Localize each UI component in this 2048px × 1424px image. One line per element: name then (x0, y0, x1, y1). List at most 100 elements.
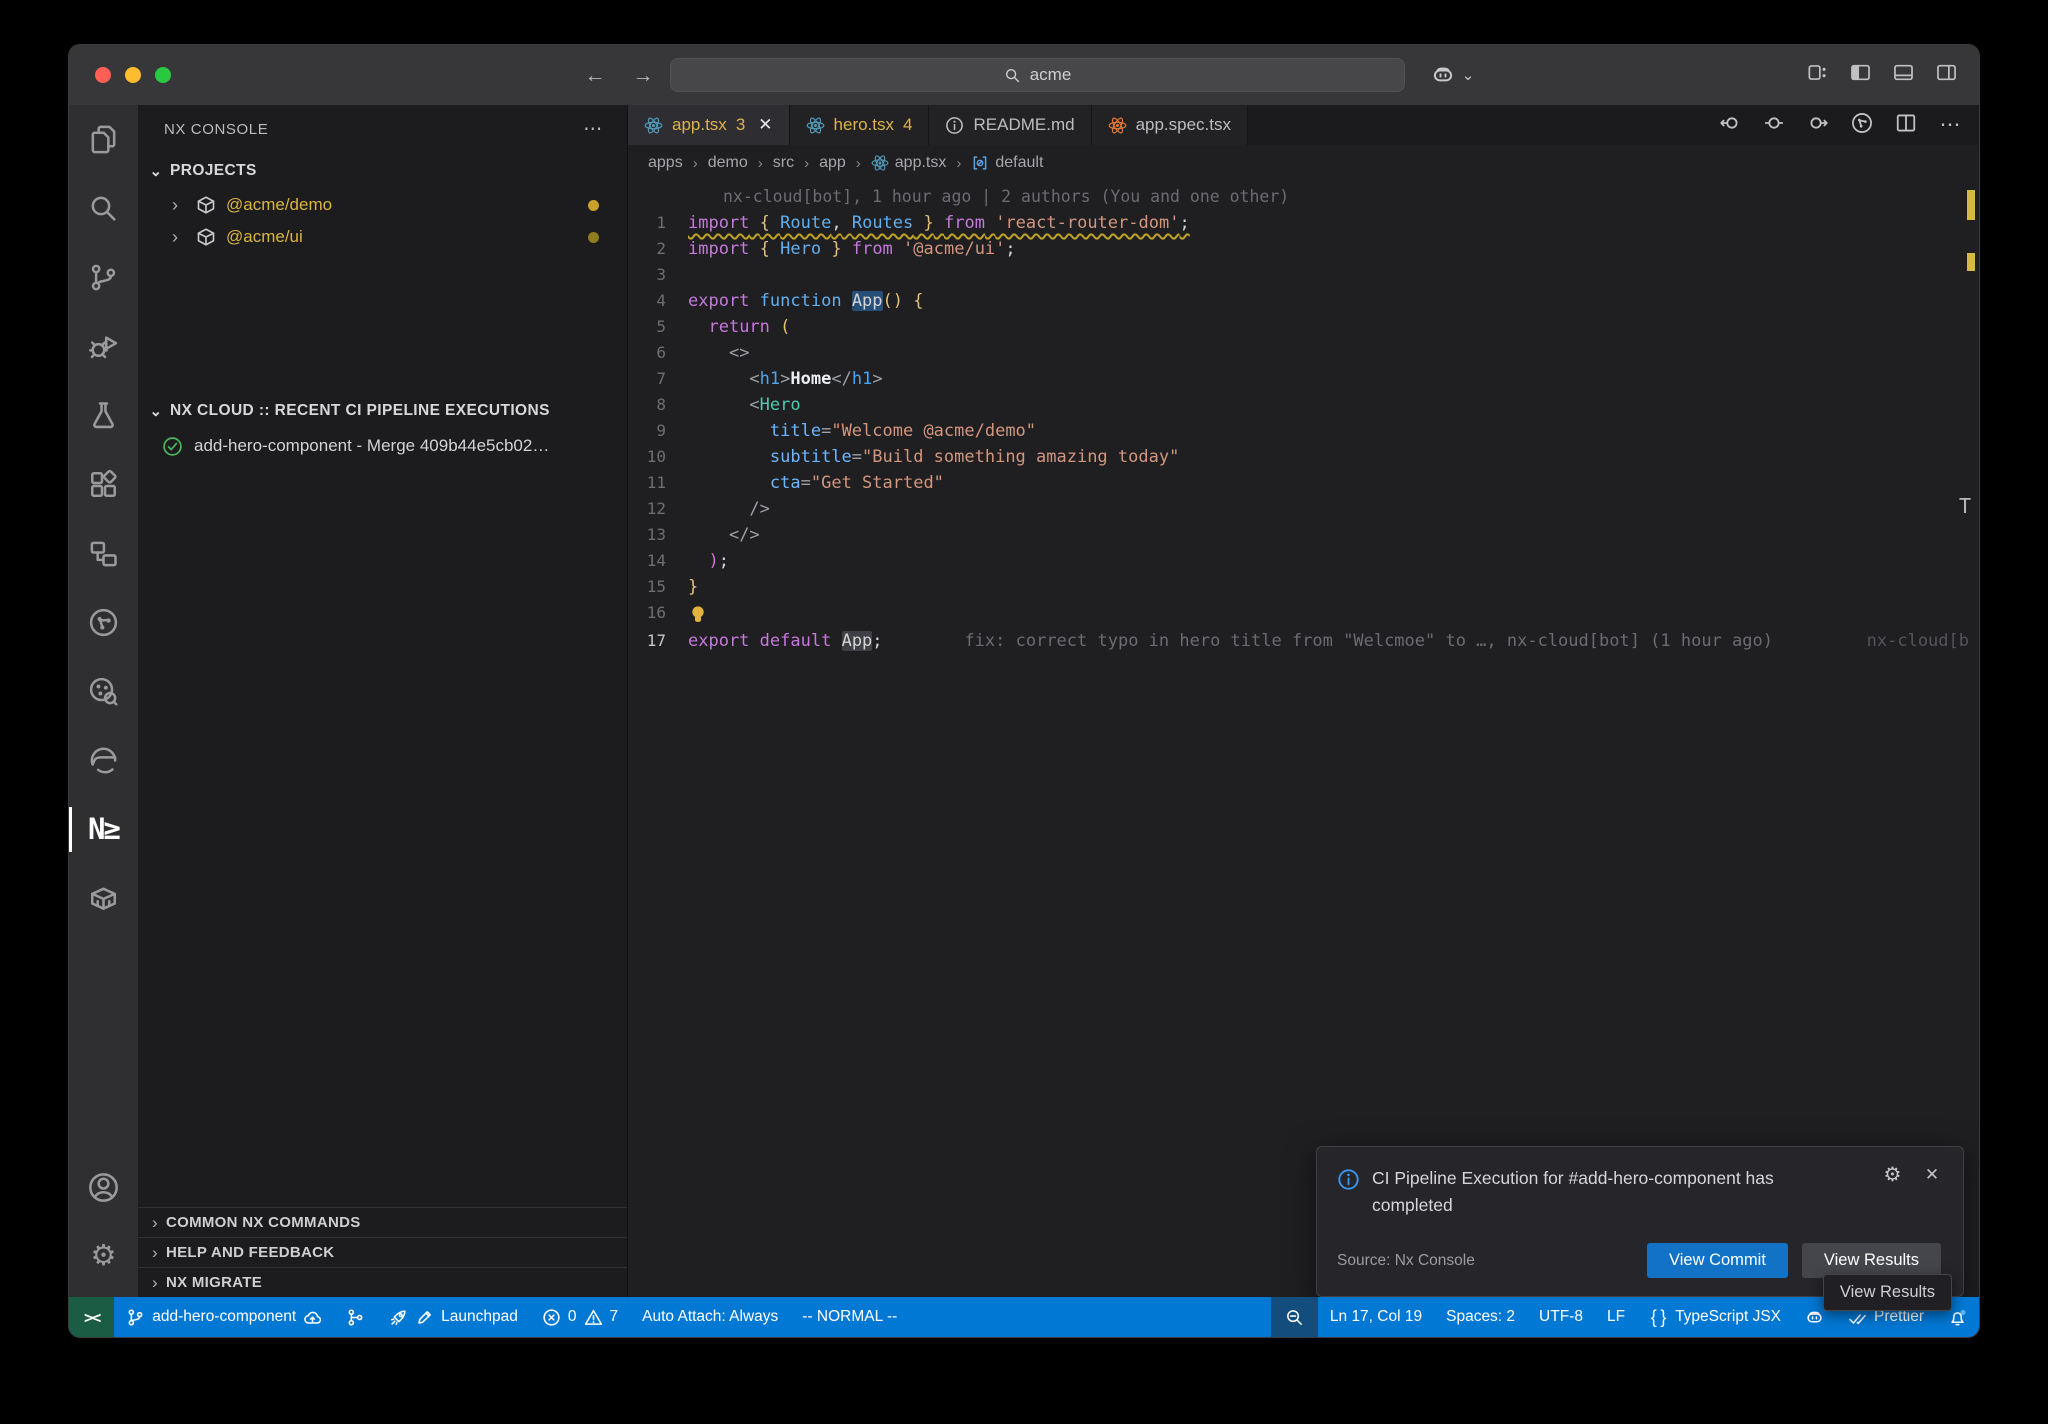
status-zoom-indicator[interactable] (1271, 1297, 1318, 1337)
activity-item-extensions[interactable] (69, 450, 138, 519)
activity-item-run-and-debug[interactable] (69, 312, 138, 381)
activity-item-project-references[interactable] (69, 519, 138, 588)
minimize-window-button[interactable] (125, 67, 141, 83)
sidebar-nx-console: NX CONSOLE ⋯ ⌄ PROJECTS ›@acme/demo›@acm… (138, 105, 628, 1297)
activity-item-accounts[interactable] (69, 1153, 138, 1222)
line-content: title="Welcome @acme/demo" (688, 418, 1036, 444)
circle-outline-button[interactable] (1763, 112, 1785, 139)
more-actions-button[interactable]: ⋯ (1939, 114, 1961, 136)
chevron-down-icon: ⌄ (148, 164, 164, 179)
nx-cloud-section-header[interactable]: ⌄ NX CLOUD :: RECENT CI PIPELINE EXECUTI… (138, 393, 627, 429)
breadcrumb-item-app.tsx[interactable]: app.tsx (871, 154, 947, 172)
activity-item-search[interactable] (69, 174, 138, 243)
sidebar-section-nx-migrate[interactable]: ›NX MIGRATE (138, 1267, 627, 1297)
gear-icon[interactable]: ⚙ (1882, 1165, 1903, 1185)
status-vim-mode[interactable]: -- NORMAL -- (790, 1297, 909, 1337)
activity-item-testing[interactable] (69, 381, 138, 450)
project-modified-dot (588, 200, 599, 211)
status-language-mode[interactable]: { }TypeScript JSX (1637, 1297, 1793, 1337)
line-content: ); (688, 548, 729, 574)
code-line-3: 3 (628, 262, 1979, 288)
code-line-10: 10 subtitle="Build something amazing tod… (628, 444, 1979, 470)
close-icon: ✕ (1923, 1166, 1941, 1183)
nx-logo-icon: N≥ (88, 815, 119, 844)
toggle-sidebar-button[interactable] (1850, 62, 1871, 88)
close-tab-icon[interactable]: ✕ (754, 115, 772, 135)
status-auto-attach[interactable]: Auto Attach: Always (630, 1297, 790, 1337)
graph-circle-icon (88, 607, 119, 638)
activity-bar: N≥ ⚙ (69, 105, 138, 1297)
more-actions-icon[interactable]: ⋯ (583, 120, 603, 139)
close-icon[interactable]: ✕ (1923, 1166, 1941, 1183)
tab-label: README.md (973, 115, 1074, 135)
activity-item-containers[interactable] (69, 864, 138, 933)
history-forward-button[interactable]: → (632, 61, 654, 89)
code-line-9: 9 title="Welcome @acme/demo" (628, 418, 1979, 444)
titlebar: ←→ acme ⌄ (69, 45, 1979, 105)
status-encoding[interactable]: UTF-8 (1527, 1297, 1595, 1337)
view-commit-button[interactable]: View Commit (1647, 1243, 1788, 1278)
breadcrumb-item-default[interactable]: default (971, 154, 1043, 172)
close-window-button[interactable] (95, 67, 111, 83)
tab-README.md[interactable]: README.md (929, 105, 1091, 145)
breadcrumb-item-src[interactable]: src (773, 154, 794, 172)
split-editor-button[interactable] (1895, 112, 1917, 139)
ci-pipeline-execution-item[interactable]: add-hero-component - Merge 409b44e5cb02… (138, 429, 627, 463)
sidebar-section-help-and-feedback[interactable]: ›HELP AND FEEDBACK (138, 1237, 627, 1267)
status-indentation[interactable]: Spaces: 2 (1434, 1297, 1527, 1337)
activity-item-edge-tools[interactable] (69, 726, 138, 795)
breadcrumb-item-apps[interactable]: apps (648, 154, 683, 172)
status-remote-indicator[interactable]: >< (69, 1297, 114, 1337)
status-pipeline-indicator[interactable] (334, 1297, 377, 1337)
section-label: NX MIGRATE (166, 1274, 262, 1291)
project-item--acme-ui[interactable]: ›@acme/ui (138, 221, 627, 253)
code-line-15: 15} (628, 574, 1979, 600)
line-number: 17 (628, 628, 688, 654)
status-branch-indicator[interactable]: add-hero-component (114, 1297, 334, 1337)
history-back-button[interactable]: ← (584, 61, 606, 89)
copilot-menu-button[interactable]: ⌄ (1431, 45, 1476, 105)
back-circle-button[interactable] (1719, 112, 1741, 139)
project-item--acme-demo[interactable]: ›@acme/demo (138, 189, 627, 221)
zoom-out-icon (1285, 1308, 1304, 1327)
react-blue-icon (871, 154, 889, 172)
sidebar-title: NX CONSOLE (164, 121, 268, 138)
command-center-search[interactable]: acme (670, 58, 1405, 92)
activity-item-nx-console[interactable]: N≥ (69, 795, 138, 864)
forward-circle-button[interactable] (1807, 112, 1829, 139)
breadcrumb-item-app[interactable]: app (819, 154, 846, 172)
status-eol[interactable]: LF (1595, 1297, 1637, 1337)
account-icon (88, 1172, 119, 1203)
status-cursor-position[interactable]: Ln 17, Col 19 (1318, 1297, 1434, 1337)
tab-app.spec.tsx[interactable]: app.spec.tsx (1092, 105, 1248, 145)
zoom-window-button[interactable] (155, 67, 171, 83)
status-problems[interactable]: 07 (530, 1297, 630, 1337)
customize-layout-button[interactable] (1807, 62, 1828, 88)
history-nav: ←→ (584, 45, 654, 105)
tab-hero.tsx[interactable]: hero.tsx4 (790, 105, 930, 145)
activity-item-nx-graph-search[interactable] (69, 657, 138, 726)
activity-item-nx-graph[interactable] (69, 588, 138, 657)
view-results-tooltip: View Results (1823, 1274, 1952, 1311)
status-launchpad[interactable]: Launchpad (377, 1297, 530, 1337)
view-results-button[interactable]: View Results (1802, 1243, 1941, 1278)
run-circle-button[interactable] (1851, 112, 1873, 139)
tab-app.tsx[interactable]: app.tsx3✕ (628, 105, 790, 145)
toggle-panel-button[interactable] (1893, 62, 1914, 88)
line-content: } (688, 574, 698, 600)
info-circle-icon (945, 116, 964, 135)
line-number: 8 (628, 392, 688, 418)
toggle-secondary-sidebar-button[interactable] (1936, 62, 1957, 88)
projects-section-header[interactable]: ⌄ PROJECTS (138, 153, 627, 189)
code-editor[interactable]: nx-cloud[bot], 1 hour ago | 2 authors (Y… (628, 181, 1979, 1297)
chevron-down-icon: ⌄ (148, 404, 164, 419)
boxes-link-icon (88, 538, 119, 569)
sidebar-section-common-nx-commands[interactable]: ›COMMON NX COMMANDS (138, 1207, 627, 1237)
activity-item-explorer[interactable] (69, 105, 138, 174)
activity-item-source-control[interactable] (69, 243, 138, 312)
lightbulb-icon[interactable] (688, 604, 708, 624)
gear-icon: ⚙ (1882, 1165, 1903, 1185)
activity-item-settings[interactable]: ⚙ (69, 1222, 138, 1291)
clipped-blame-text: nx-cloud[b (1867, 628, 1969, 654)
breadcrumb-item-demo[interactable]: demo (708, 154, 748, 172)
